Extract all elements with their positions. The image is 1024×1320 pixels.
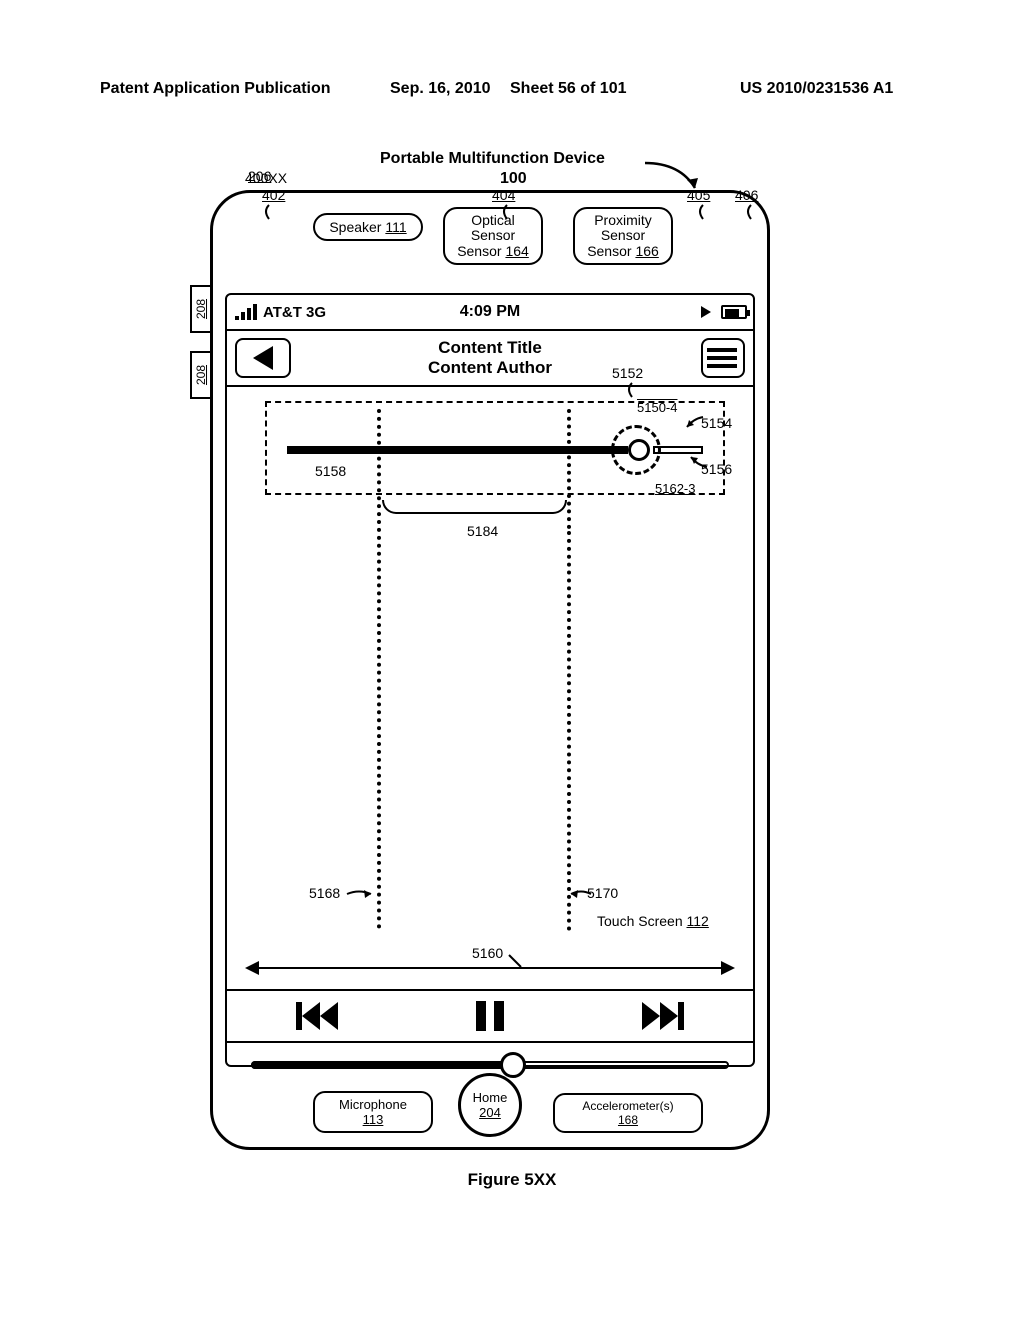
volume-slider[interactable]	[251, 1055, 729, 1075]
side-button-208a: 208	[190, 285, 210, 333]
lead-5152	[622, 381, 642, 401]
ref-404: 404	[492, 187, 515, 203]
next-button[interactable]	[642, 1002, 684, 1030]
lead-402	[259, 203, 279, 223]
chapter-line-5170-top	[567, 409, 571, 529]
lead-404	[497, 203, 517, 223]
pub-number: US 2010/0231536 A1	[740, 80, 893, 98]
device-title: Portable Multifunction Device	[380, 150, 605, 168]
lead-5170	[569, 887, 593, 901]
ref-5168: 5168	[309, 885, 340, 901]
home-label: Home	[473, 1090, 508, 1105]
accelerometer-label: Accelerometer(s) 168	[553, 1093, 703, 1133]
volume-fill	[251, 1061, 509, 1069]
list-button[interactable]	[701, 338, 745, 378]
lead-5156	[687, 453, 711, 471]
lead-5168	[345, 887, 375, 901]
lead-5154	[683, 413, 707, 431]
scrubber-track[interactable]	[287, 443, 703, 457]
figure-label: Figure 5XX	[0, 1170, 1024, 1190]
back-arrow-icon	[253, 346, 273, 370]
ref-5152: 5152	[612, 365, 643, 381]
content-title: Content Title	[428, 338, 552, 358]
brace-5184	[382, 500, 567, 514]
previous-button[interactable]	[296, 1002, 338, 1030]
battery-icon	[721, 305, 747, 319]
speaker-label: Speaker 111	[313, 213, 423, 241]
ref-5158: 5158	[315, 463, 346, 479]
ref-402: 402	[262, 187, 285, 203]
ref-5184: 5184	[467, 523, 498, 539]
chapter-line-5168	[377, 409, 381, 929]
nav-bar: Content Title Content Author	[227, 331, 753, 387]
device-outline: 208 208 Speaker 111 Optical SensorSensor…	[210, 190, 770, 1150]
home-ref: 204	[479, 1105, 501, 1120]
clock: 4:09 PM	[460, 303, 520, 321]
lead-406	[741, 203, 761, 223]
play-status-icon	[701, 306, 711, 318]
scrubber-region: 5150-4 5154 5156 5158 5162-3	[265, 401, 725, 495]
pause-button[interactable]	[476, 1001, 504, 1031]
home-button[interactable]: Home 204	[458, 1073, 522, 1137]
ref-5150-4: 5150-4	[637, 400, 677, 415]
optical-sensor-label: Optical SensorSensor 164	[443, 207, 543, 265]
sheet-num: Sheet 56 of 101	[510, 80, 627, 98]
side-button-208b: 208	[190, 351, 210, 399]
ref-406: 406	[735, 187, 758, 203]
content-author: Content Author	[428, 358, 552, 378]
chapter-line-5170	[567, 531, 571, 931]
carrier-label: AT&T 3G	[263, 304, 326, 321]
device-number: 100	[500, 170, 527, 188]
content-titles: Content Title Content Author	[428, 338, 552, 379]
width-arrow	[247, 967, 733, 969]
list-icon	[709, 348, 737, 352]
microphone-label: Microphone 113	[313, 1091, 433, 1133]
scrubber-fill	[287, 446, 628, 454]
touch-screen[interactable]: 400XX 402 404 405 406 AT&T 3G 4:09 PM Co…	[225, 293, 755, 1067]
ref-405: 405	[687, 187, 710, 203]
ref-5160: 5160	[472, 945, 503, 961]
pub-date: Sep. 16, 2010	[390, 80, 491, 98]
pub-label: Patent Application Publication	[100, 80, 331, 98]
ref-400xx: 400XX	[245, 170, 287, 186]
proximity-sensor-label: Proximity SensorSensor 166	[573, 207, 673, 265]
status-bar: AT&T 3G 4:09 PM	[227, 295, 753, 331]
transport-controls	[227, 989, 753, 1043]
signal-icon	[235, 304, 257, 320]
volume-thumb[interactable]	[500, 1052, 526, 1078]
ref-5162-3: 5162-3	[655, 481, 695, 496]
lead-405	[693, 203, 713, 223]
scrubber-thumb[interactable]	[628, 439, 650, 461]
back-button[interactable]	[235, 338, 291, 378]
touchscreen-label: Touch Screen 112	[597, 913, 709, 929]
